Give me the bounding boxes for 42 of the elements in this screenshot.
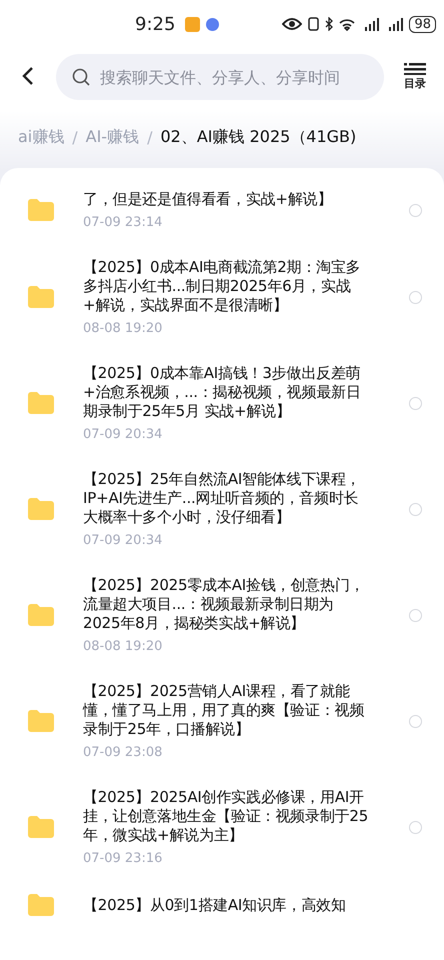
file-name[interactable]: 【2025】0成本AI电商截流第2期：淘宝多多抖店小红书...制日期2025年6月，实战+解说，实战界面不是很清晰】 — [83, 258, 369, 315]
breadcrumb-separator: / — [147, 128, 152, 146]
folder-icon — [28, 894, 54, 916]
file-time: 08-08 19:20 — [83, 321, 164, 336]
bluetooth-icon — [325, 17, 334, 31]
file-time: 08-08 19:20 — [83, 639, 164, 654]
file-name[interactable]: 【2025】2025零成本AI捡钱，创意热门，流量超大项目...：视频最新录制日期为2025年8月，揭秘类实战+解说】 — [83, 576, 369, 633]
eye-icon — [282, 18, 302, 30]
wifi-icon — [339, 18, 356, 30]
select-radio[interactable] — [409, 396, 422, 410]
folder-icon — [28, 392, 54, 414]
toc-button[interactable]: 目录 — [404, 63, 426, 91]
search-icon — [72, 68, 90, 86]
file-time: 07-09 20:34 — [83, 533, 164, 548]
file-name[interactable]: 了，但是还是值得看看，实战+解说】 — [83, 190, 369, 209]
app-icon — [185, 16, 200, 32]
folder-icon — [28, 199, 54, 221]
music-icon — [206, 18, 220, 30]
file-time: 07-09 23:08 — [83, 745, 164, 760]
folder-icon — [28, 286, 54, 308]
file-time: 07-09 20:34 — [83, 427, 164, 442]
breadcrumb-item[interactable]: 02、AI赚钱 2025（41GB) — [160, 126, 356, 148]
select-radio[interactable] — [409, 290, 422, 304]
file-name[interactable]: 【2025】0成本靠AI搞钱！3步做出反差萌+治愈系视频，...：揭秘视频，视频最新日期录制于25年5月 实战+解说】 — [83, 364, 369, 421]
select-radio[interactable] — [409, 502, 422, 516]
select-radio[interactable] — [409, 714, 422, 728]
file-name[interactable]: 【2025】25年自然流AI智能体线下课程，IP+AI先进生产...网址听音频的，音频时长大概率十多个小时，没仔细看】 — [83, 470, 369, 527]
file-name[interactable]: 【2025】从0到1搭建AI知识库，高效知 — [83, 896, 369, 914]
file-name[interactable]: 【2025】2025AI创作实践必修课，用AI开挂，让创意落地生金【验证：视频录制于25年，微实战+解说为主】 — [83, 788, 369, 845]
file-time: 07-09 23:14 — [83, 215, 164, 230]
battery-level: 98 — [409, 16, 436, 32]
folder-icon — [28, 604, 54, 626]
breadcrumb-separator: / — [72, 128, 78, 146]
folder-icon — [28, 498, 54, 520]
file-name[interactable]: 【2025】2025营销人AI课程，看了就能懂，懂了马上用，用了真的爽【验证：视频录制于25年，口播解说】 — [83, 682, 369, 739]
select-radio[interactable] — [409, 820, 422, 834]
folder-icon — [28, 710, 54, 732]
status-time: 9:25 — [135, 14, 176, 34]
file-time: 07-09 23:16 — [83, 851, 164, 866]
folder-icon — [28, 816, 54, 838]
select-radio[interactable] — [409, 608, 422, 622]
select-radio[interactable] — [409, 204, 422, 216]
